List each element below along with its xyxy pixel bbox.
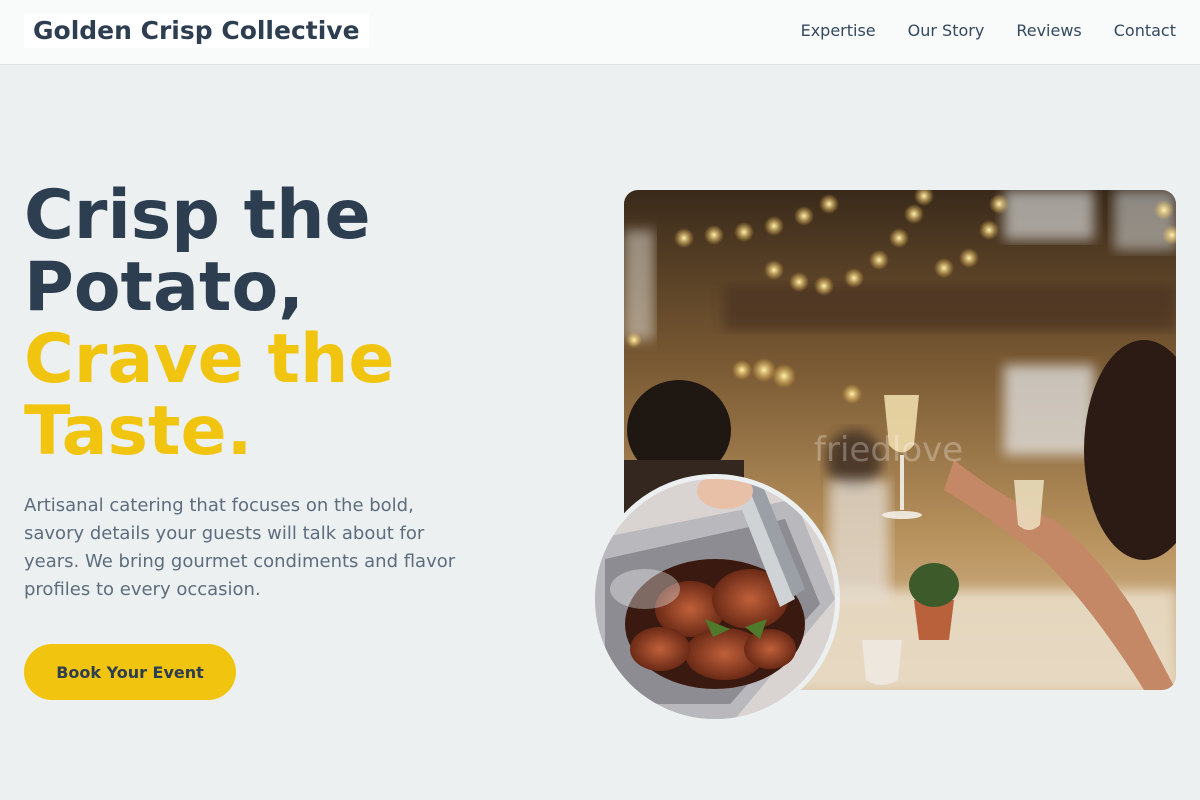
- nav-link-reviews[interactable]: Reviews: [1016, 20, 1081, 42]
- brand-logo[interactable]: Golden Crisp Collective: [24, 14, 369, 48]
- hero-title: Crisp the Potato, Crave the Taste.: [24, 180, 584, 468]
- hero-title-line-4: Taste.: [24, 392, 253, 471]
- catering-food-graphic: [595, 479, 835, 719]
- nav-link-expertise[interactable]: Expertise: [801, 20, 876, 42]
- main-nav: Expertise Our Story Reviews Contact: [801, 20, 1176, 42]
- hero-title-line-3: Crave the: [24, 320, 395, 399]
- nav-link-contact[interactable]: Contact: [1114, 20, 1176, 42]
- hero-title-line-2: Potato,: [24, 248, 305, 327]
- catering-food-photo: [590, 474, 840, 724]
- hero-description: Artisanal catering that focuses on the b…: [24, 495, 456, 600]
- site-header: Golden Crisp Collective Expertise Our St…: [0, 0, 1200, 65]
- photo-watermark: friedlove: [814, 430, 964, 470]
- book-event-button[interactable]: Book Your Event: [24, 644, 236, 700]
- nav-link-our-story[interactable]: Our Story: [908, 20, 985, 42]
- hero-title-line-1: Crisp the: [24, 176, 371, 255]
